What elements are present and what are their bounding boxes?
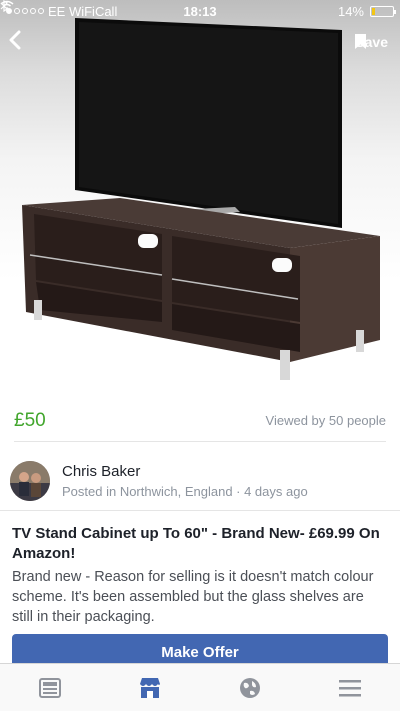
bluetooth-icon	[0, 0, 8, 12]
seller-name[interactable]: Chris Baker	[62, 463, 308, 480]
carrier-name: EE WiFiCall	[48, 3, 118, 19]
divider	[0, 510, 400, 511]
tab-menu[interactable]	[320, 668, 380, 708]
tv-stand-illustration	[22, 18, 380, 380]
menu-icon	[339, 679, 361, 696]
chevron-left-icon	[9, 30, 21, 50]
tab-marketplace[interactable]	[120, 668, 180, 708]
battery-icon	[370, 5, 396, 17]
listing-price: £50	[14, 409, 46, 431]
seller-photo	[10, 461, 50, 501]
listing-title: TV Stand Cabinet up To 60" - Brand New- …	[12, 525, 380, 562]
globe-icon	[240, 677, 260, 698]
price-row: £50 Viewed by 50 people	[14, 400, 386, 442]
status-bar: EE WiFiCall 18:13 14%	[0, 0, 400, 22]
seller-info[interactable]: Chris Baker Posted in Northwich, England…	[10, 452, 386, 510]
news-feed-icon	[39, 677, 61, 698]
marketplace-icon	[140, 677, 160, 698]
listing-photo[interactable]: EE WiFiCall 18:13 14% Save	[0, 0, 400, 400]
battery-percent: 14%	[337, 3, 364, 19]
back-button[interactable]	[8, 30, 38, 60]
save-button[interactable]: Save	[355, 34, 388, 50]
tab-notifications[interactable]	[220, 668, 280, 708]
listing-description: Brand new - Reason for selling is it doe…	[12, 569, 374, 625]
view-count: Viewed by 50 people	[265, 413, 386, 428]
seller-meta: Posted in Northwich, England · 4 days ag…	[62, 484, 308, 499]
avatar[interactable]	[10, 461, 50, 501]
tab-bar	[0, 663, 400, 711]
bookmark-icon	[355, 34, 367, 49]
tab-news-feed[interactable]	[20, 668, 80, 708]
